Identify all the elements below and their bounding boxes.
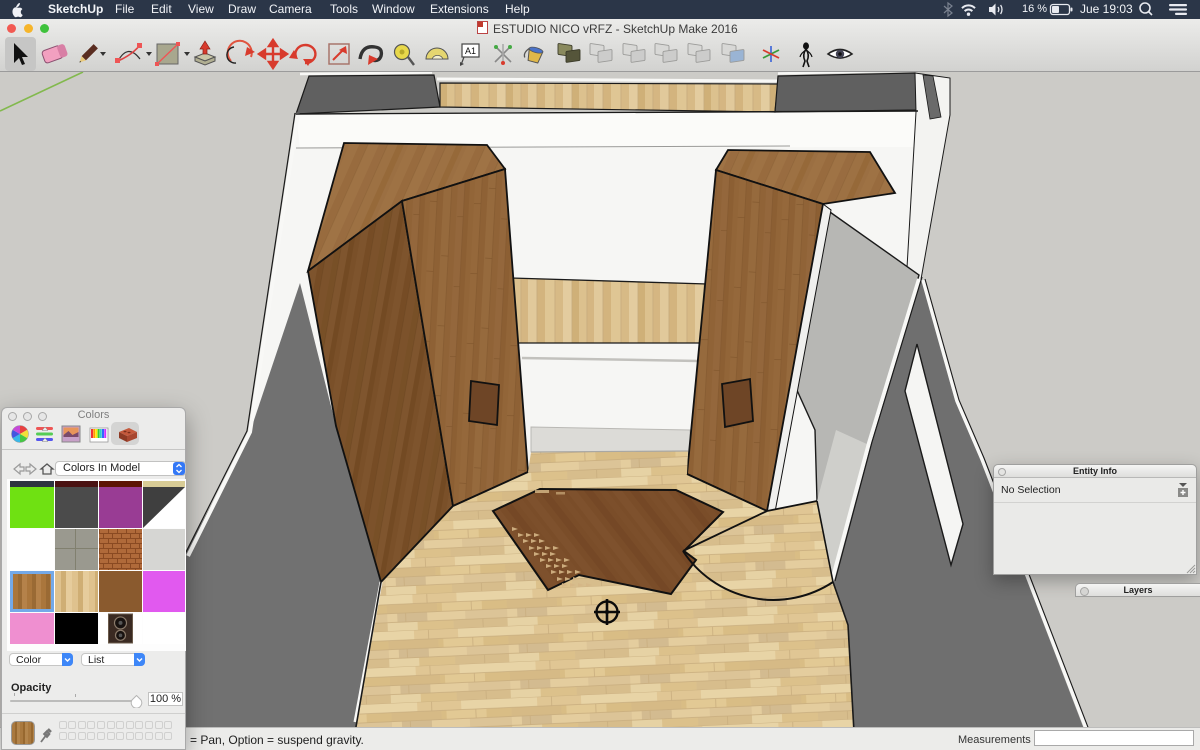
svg-text:A1: A1	[465, 46, 476, 56]
